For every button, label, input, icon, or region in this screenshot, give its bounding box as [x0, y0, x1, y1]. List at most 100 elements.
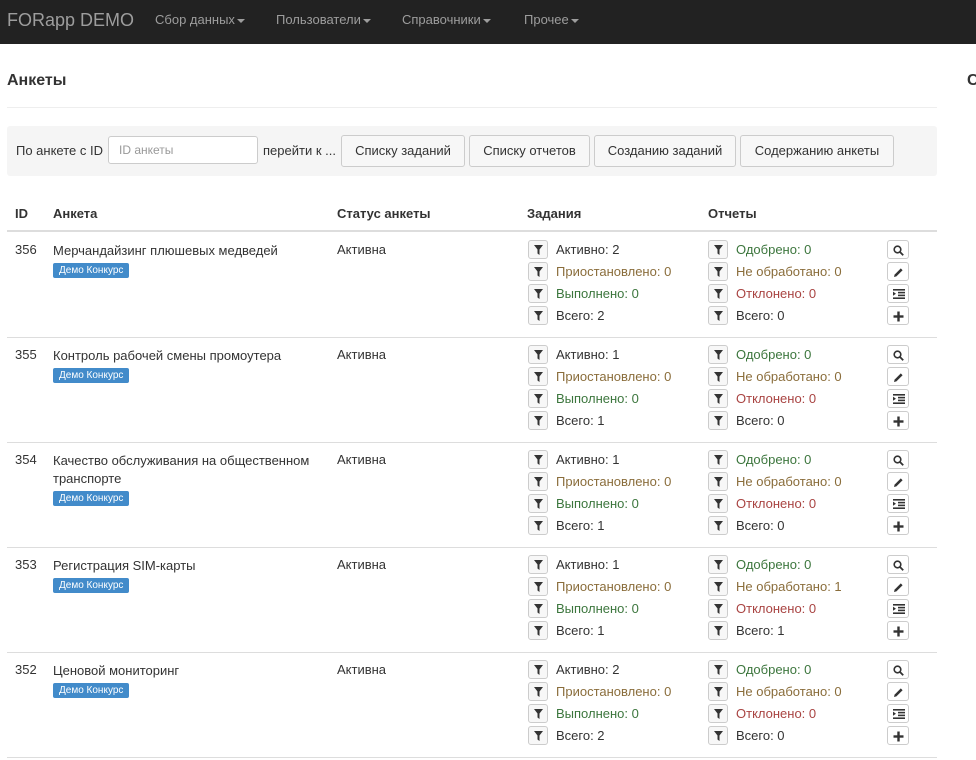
view-survey-button[interactable] [887, 345, 909, 364]
filter-all-reports-button[interactable] [708, 621, 728, 640]
filter-icon [534, 477, 543, 487]
filter-done-tasks-button[interactable] [528, 704, 548, 723]
filter-all-tasks-button[interactable] [528, 621, 548, 640]
survey-name[interactable]: Мерчандайзинг плюшевых медведей [53, 242, 323, 260]
view-survey-button[interactable] [887, 660, 909, 679]
indent-icon [893, 604, 905, 614]
edit-survey-button[interactable] [887, 577, 909, 596]
table-row: 353 Регистрация SIM-карты Демо Конкурс А… [7, 547, 937, 653]
tasks-done: Выполнено: 0 [556, 391, 639, 406]
id-input[interactable] [108, 136, 258, 164]
survey-content-button[interactable] [887, 284, 909, 303]
tasks-total: Всего: 2 [556, 308, 605, 323]
reports-total: Всего: 0 [736, 518, 785, 533]
edit-survey-button[interactable] [887, 367, 909, 386]
filter-icon [534, 372, 543, 382]
filter-active-tasks-button[interactable] [528, 450, 548, 469]
add-task-button[interactable] [887, 516, 909, 535]
filter-unprocessed-reports-button[interactable] [708, 577, 728, 596]
add-task-button[interactable] [887, 411, 909, 430]
filter-active-tasks-button[interactable] [528, 240, 548, 259]
view-survey-button[interactable] [887, 555, 909, 574]
filter-done-tasks-button[interactable] [528, 494, 548, 513]
filter-done-tasks-button[interactable] [528, 284, 548, 303]
view-survey-button[interactable] [887, 450, 909, 469]
filter-all-tasks-button[interactable] [528, 411, 548, 430]
survey-name[interactable]: Контроль рабочей смены промоутера [53, 347, 323, 365]
pencil-icon [894, 268, 903, 277]
goto-reports-button[interactable]: Списку отчетов [469, 135, 590, 167]
filter-paused-tasks-button[interactable] [528, 577, 548, 596]
survey-name[interactable]: Качество обслуживания на общественном тр… [53, 452, 323, 488]
filter-all-reports-button[interactable] [708, 306, 728, 325]
reports-unprocessed: Не обработано: 1 [736, 579, 842, 594]
filter-unprocessed-reports-button[interactable] [708, 367, 728, 386]
filter-all-reports-button[interactable] [708, 516, 728, 535]
reports-rejected: Отклонено: 0 [736, 706, 817, 721]
goto-survey-content-button[interactable]: Содержанию анкеты [740, 135, 894, 167]
filter-icon [534, 687, 543, 697]
filter-rejected-reports-button[interactable] [708, 599, 728, 618]
reports-total: Всего: 0 [736, 308, 785, 323]
filter-all-reports-button[interactable] [708, 411, 728, 430]
goto-create-tasks-button[interactable]: Созданию заданий [594, 135, 736, 167]
filter-all-tasks-button[interactable] [528, 726, 548, 745]
nav-other[interactable]: Прочее [524, 12, 579, 27]
filter-rejected-reports-button[interactable] [708, 284, 728, 303]
reports-unprocessed: Не обработано: 0 [736, 264, 842, 279]
nav-references[interactable]: Справочники [402, 12, 491, 27]
filter-unprocessed-reports-button[interactable] [708, 262, 728, 281]
filter-all-tasks-button[interactable] [528, 516, 548, 535]
filter-rejected-reports-button[interactable] [708, 704, 728, 723]
filter-icon [534, 416, 543, 426]
filter-approved-reports-button[interactable] [708, 450, 728, 469]
divider [7, 107, 937, 108]
filter-active-tasks-button[interactable] [528, 555, 548, 574]
add-task-button[interactable] [887, 621, 909, 640]
filter-icon [714, 687, 723, 697]
edit-survey-button[interactable] [887, 472, 909, 491]
edit-survey-button[interactable] [887, 682, 909, 701]
filter-approved-reports-button[interactable] [708, 345, 728, 364]
filter-icon [534, 731, 543, 741]
add-task-button[interactable] [887, 726, 909, 745]
filter-approved-reports-button[interactable] [708, 555, 728, 574]
survey-content-button[interactable] [887, 389, 909, 408]
filter-done-tasks-button[interactable] [528, 599, 548, 618]
survey-content-button[interactable] [887, 599, 909, 618]
brand-logo[interactable]: FORapp DEMO [7, 10, 134, 31]
goto-tasks-button[interactable]: Списку заданий [341, 135, 465, 167]
filter-active-tasks-button[interactable] [528, 660, 548, 679]
reports-rejected: Отклонено: 0 [736, 601, 817, 616]
filter-icon [714, 709, 723, 719]
filter-icon [534, 350, 543, 360]
tasks-active: Активно: 1 [556, 452, 620, 467]
view-survey-button[interactable] [887, 240, 909, 259]
filter-rejected-reports-button[interactable] [708, 494, 728, 513]
filter-approved-reports-button[interactable] [708, 660, 728, 679]
survey-content-button[interactable] [887, 704, 909, 723]
table-row: 356 Мерчандайзинг плюшевых медведей Демо… [7, 232, 937, 338]
nav-data-collection[interactable]: Сбор данных [155, 12, 245, 27]
filter-paused-tasks-button[interactable] [528, 472, 548, 491]
filter-unprocessed-reports-button[interactable] [708, 472, 728, 491]
filter-all-tasks-button[interactable] [528, 306, 548, 325]
filter-done-tasks-button[interactable] [528, 389, 548, 408]
filter-paused-tasks-button[interactable] [528, 367, 548, 386]
filter-rejected-reports-button[interactable] [708, 389, 728, 408]
filter-paused-tasks-button[interactable] [528, 682, 548, 701]
survey-content-button[interactable] [887, 494, 909, 513]
filter-unprocessed-reports-button[interactable] [708, 682, 728, 701]
filter-approved-reports-button[interactable] [708, 240, 728, 259]
filter-active-tasks-button[interactable] [528, 345, 548, 364]
survey-name[interactable]: Ценовой мониторинг [53, 662, 323, 680]
col-header-name: Анкета [53, 206, 98, 221]
add-task-button[interactable] [887, 306, 909, 325]
filter-icon [534, 394, 543, 404]
table-row: 355 Контроль рабочей смены промоутера Де… [7, 337, 937, 443]
edit-survey-button[interactable] [887, 262, 909, 281]
nav-users[interactable]: Пользователи [276, 12, 371, 27]
survey-name[interactable]: Регистрация SIM-карты [53, 557, 323, 575]
filter-paused-tasks-button[interactable] [528, 262, 548, 281]
filter-all-reports-button[interactable] [708, 726, 728, 745]
